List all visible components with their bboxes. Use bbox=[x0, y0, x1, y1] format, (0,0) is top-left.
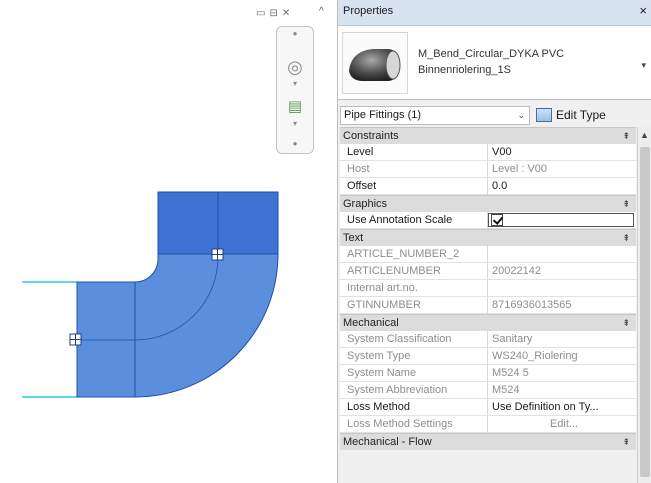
property-row-system-name: System Name M524 5 bbox=[340, 365, 636, 382]
property-name: Host bbox=[340, 161, 488, 177]
pipe-bend-thumbnail-icon bbox=[349, 49, 401, 81]
chevron-down-icon[interactable]: ▾ bbox=[641, 60, 646, 71]
property-row-articlenumber: ARTICLENUMBER 20022142 bbox=[340, 263, 636, 280]
properties-titlebar[interactable]: Properties × bbox=[338, 0, 651, 26]
property-value: M524 5 bbox=[492, 367, 529, 379]
type-selector[interactable]: M_Bend_Circular_DYKA PVC Binnenriolering… bbox=[338, 26, 651, 100]
chevron-down-icon[interactable]: ▾ bbox=[281, 119, 309, 128]
collapse-icon[interactable]: ⇞ bbox=[622, 233, 630, 244]
property-value: 20022142 bbox=[492, 265, 541, 277]
pipe-elbow-body[interactable] bbox=[76, 253, 279, 398]
property-name: Use Annotation Scale bbox=[340, 212, 488, 228]
property-value[interactable] bbox=[488, 213, 634, 227]
collapse-icon[interactable]: ⇞ bbox=[622, 437, 630, 448]
property-name: System Name bbox=[340, 365, 488, 381]
property-row-loss-method[interactable]: Loss Method Use Definition on Ty... bbox=[340, 399, 636, 416]
property-row-level[interactable]: Level V00 bbox=[340, 144, 636, 161]
property-name: System Classification bbox=[340, 331, 488, 347]
connector-grip-left[interactable] bbox=[69, 333, 82, 346]
property-value[interactable]: Use Definition on Ty... bbox=[488, 399, 636, 415]
properties-title: Properties bbox=[343, 5, 394, 17]
edit-type-icon bbox=[536, 108, 552, 122]
property-value: M524 bbox=[492, 384, 520, 396]
chevron-up-icon[interactable]: ▲ bbox=[640, 130, 649, 140]
property-name: GTINNUMBER bbox=[340, 297, 488, 313]
property-name: Loss Method bbox=[340, 399, 488, 415]
property-name: Loss Method Settings bbox=[340, 416, 488, 432]
property-name: Internal art.no. bbox=[340, 280, 488, 296]
type-preview-thumbnail bbox=[342, 32, 408, 94]
section-label: Mechanical - Flow bbox=[343, 436, 432, 448]
property-value: 8716936013565 bbox=[492, 299, 572, 311]
section-label: Mechanical bbox=[343, 317, 399, 329]
section-mechanical[interactable]: Mechanical ⇞ bbox=[340, 314, 636, 331]
property-name: Level bbox=[340, 144, 488, 160]
navigation-bar: ● ◎ ▾ ▤ ▾ ● bbox=[276, 26, 314, 154]
instance-filter-value: Pipe Fittings (1) bbox=[344, 109, 422, 121]
property-value: WS240_Riolering bbox=[492, 350, 578, 362]
property-value: Level : V00 bbox=[492, 163, 548, 175]
restore-view-button[interactable]: ⊟ bbox=[269, 8, 277, 20]
property-row-system-classification: System Classification Sanitary bbox=[340, 331, 636, 348]
section-graphics[interactable]: Graphics ⇞ bbox=[340, 195, 636, 212]
edit-loss-method-button: Edit... bbox=[549, 418, 579, 430]
property-row-use-annotation-scale[interactable]: Use Annotation Scale bbox=[340, 212, 636, 229]
property-row-system-abbreviation: System Abbreviation M524 bbox=[340, 382, 636, 399]
edit-type-button[interactable]: Edit Type bbox=[536, 105, 651, 125]
property-value bbox=[488, 246, 636, 262]
section-mechanical-flow[interactable]: Mechanical - Flow ⇞ bbox=[340, 433, 636, 450]
edit-type-label: Edit Type bbox=[556, 108, 606, 122]
property-name: System Abbreviation bbox=[340, 382, 488, 398]
property-row-article-number-2: ARTICLE_NUMBER_2 bbox=[340, 246, 636, 263]
property-row-offset[interactable]: Offset 0.0 bbox=[340, 178, 636, 195]
property-name: Offset bbox=[340, 178, 488, 194]
chevron-down-icon[interactable]: ▾ bbox=[281, 79, 309, 88]
scrollbar-thumb[interactable] bbox=[640, 147, 650, 477]
property-value[interactable]: V00 bbox=[488, 144, 636, 160]
section-text[interactable]: Text ⇞ bbox=[340, 229, 636, 246]
type-name-line-1: M_Bend_Circular_DYKA PVC bbox=[418, 48, 565, 60]
property-row-host: Host Level : V00 bbox=[340, 161, 636, 178]
nav-bar-options-icon[interactable]: ● bbox=[281, 139, 309, 148]
instance-filter-row: Pipe Fittings (1) ⌄ Edit Type bbox=[338, 102, 651, 126]
properties-grid: Constraints ⇞ Level V00 Host Level : V00… bbox=[340, 127, 636, 450]
zoom-region-icon[interactable]: ▤ bbox=[281, 97, 309, 115]
nav-bar-handle-icon[interactable]: ● bbox=[281, 29, 309, 38]
collapse-icon[interactable]: ⇞ bbox=[622, 131, 630, 142]
close-icon[interactable]: × bbox=[639, 3, 647, 18]
type-name-line-2: Binnenriolering_1S bbox=[418, 64, 511, 76]
steering-wheel-icon[interactable]: ◎ bbox=[281, 57, 309, 78]
property-name: ARTICLENUMBER bbox=[340, 263, 488, 279]
property-row-loss-method-settings: Loss Method Settings Edit... bbox=[340, 416, 636, 433]
section-label: Constraints bbox=[343, 130, 399, 142]
instance-filter-dropdown[interactable]: Pipe Fittings (1) ⌄ bbox=[340, 106, 530, 125]
properties-palette: Properties × M_Bend_Circular_DYKA PVC Bi… bbox=[337, 0, 651, 483]
property-name: ARTICLE_NUMBER_2 bbox=[340, 246, 488, 262]
property-value bbox=[488, 280, 636, 296]
section-label: Graphics bbox=[343, 198, 388, 210]
property-row-system-type: System Type WS240_Riolering bbox=[340, 348, 636, 365]
chevron-up-icon[interactable]: ^ bbox=[319, 6, 324, 17]
drawing-canvas[interactable]: ▭ ⊟ ✕ ● ◎ ▾ ▤ ▾ ● bbox=[0, 0, 335, 483]
minimize-view-button[interactable]: ▭ bbox=[256, 8, 265, 20]
property-row-internal-art-no: Internal art.no. bbox=[340, 280, 636, 297]
property-value[interactable]: 0.0 bbox=[488, 178, 636, 194]
chevron-down-icon: ⌄ bbox=[517, 110, 525, 120]
section-constraints[interactable]: Constraints ⇞ bbox=[340, 127, 636, 144]
properties-scrollbar[interactable]: ▲ bbox=[637, 127, 651, 483]
property-row-gtinnumber: GTINNUMBER 8716936013565 bbox=[340, 297, 636, 314]
checkbox-checked-icon[interactable] bbox=[491, 214, 503, 226]
connector-grip-top[interactable] bbox=[211, 248, 224, 261]
palette-splitter[interactable]: ^ bbox=[316, 0, 338, 483]
section-label: Text bbox=[343, 232, 364, 244]
property-value: Sanitary bbox=[492, 333, 533, 345]
collapse-icon[interactable]: ⇞ bbox=[622, 199, 630, 210]
property-name: System Type bbox=[340, 348, 488, 364]
close-view-button[interactable]: ✕ bbox=[282, 8, 290, 20]
type-name: M_Bend_Circular_DYKA PVC Binnenriolering… bbox=[418, 46, 618, 78]
collapse-icon[interactable]: ⇞ bbox=[622, 318, 630, 329]
